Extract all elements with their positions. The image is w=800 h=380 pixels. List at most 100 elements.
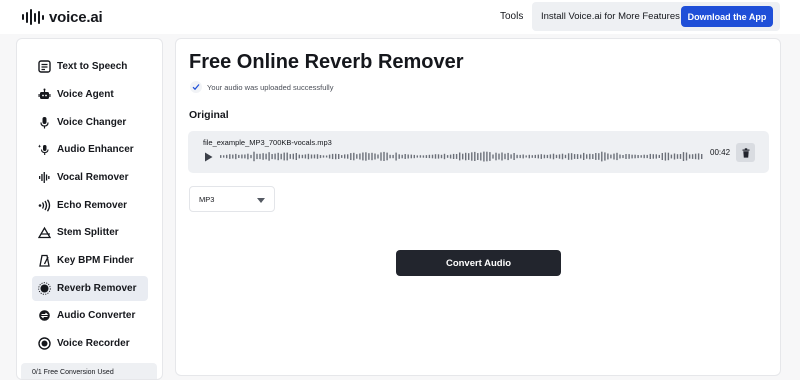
waveform-bar — [413, 154, 415, 159]
text-speech-icon — [37, 60, 51, 74]
waveform-bar — [604, 152, 606, 161]
waveform-bar — [640, 155, 642, 158]
page-title: Free Online Reverb Remover — [189, 51, 464, 73]
sidebar-item-label: Voice Recorder — [57, 338, 130, 349]
trash-icon[interactable] — [736, 143, 755, 162]
waveform-bar — [489, 152, 491, 161]
microphone-icon — [37, 116, 51, 130]
waveform-bar — [685, 152, 688, 161]
waveform-bar — [468, 153, 470, 160]
waveform-bar — [474, 151, 476, 161]
waveform-bar — [431, 154, 434, 159]
waveform-bar — [501, 152, 503, 161]
waveform-bar — [480, 152, 482, 161]
sidebar-item-stem-splitter[interactable]: Stem Splitter — [32, 220, 148, 245]
logo[interactable]: voice.ai — [22, 8, 103, 26]
sidebar-item-key-bpm-finder[interactable]: Key BPM Finder — [32, 248, 148, 273]
waveform-bar — [229, 154, 231, 159]
waveform-bar — [564, 154, 567, 159]
sidebar-item-audio-enhancer[interactable]: Audio Enhancer — [32, 137, 148, 162]
reverb-circle-icon — [37, 282, 51, 296]
split-triangle-icon — [37, 226, 51, 240]
waveform-bar — [658, 154, 660, 158]
waveform-bar — [247, 153, 249, 160]
audio-player: file_example_MP3_700KB-vocals.mp3 00:42 — [188, 131, 769, 173]
robot-icon — [37, 88, 51, 102]
waveform-bar — [694, 153, 697, 160]
sidebar-item-vocal-remover[interactable]: Vocal Remover — [32, 165, 148, 190]
play-icon[interactable] — [203, 152, 213, 162]
waveform-bar — [516, 154, 518, 159]
waveform-bar — [616, 152, 618, 161]
waveform-bar — [316, 154, 319, 159]
waveform-bar — [386, 152, 388, 161]
format-select[interactable]: MP3 — [189, 186, 275, 212]
waveform-bar — [510, 154, 512, 159]
waveform-bar — [613, 153, 615, 160]
mic-sparkle-icon — [37, 143, 51, 157]
waveform-bar — [353, 152, 355, 161]
sidebar-item-label: Audio Converter — [57, 310, 136, 321]
waveform-bar — [583, 152, 585, 160]
waveform-bar — [310, 154, 313, 159]
waveform-bar — [328, 154, 331, 159]
waveform-bar — [422, 155, 425, 158]
sidebar-item-echo-remover[interactable]: Echo Remover — [32, 193, 148, 218]
waveform-bar — [570, 153, 573, 160]
waveform-bar — [649, 153, 651, 159]
waveform-bar — [265, 153, 267, 160]
waveform-bar — [601, 151, 603, 162]
waveform-bar — [371, 152, 373, 161]
waveform-bar — [398, 154, 400, 159]
waveform-bar — [410, 154, 412, 159]
waveform[interactable] — [220, 150, 704, 163]
download-app-button[interactable]: Download the App — [681, 6, 773, 27]
waveform-bar — [452, 153, 455, 159]
convert-audio-button[interactable]: Convert Audio — [396, 250, 561, 276]
echo-waves-icon — [37, 199, 51, 213]
waveform-bar — [416, 155, 418, 158]
waveform-bar — [244, 154, 246, 159]
sidebar-item-label: Voice Changer — [57, 117, 127, 128]
waveform-bar — [374, 153, 376, 160]
waveform-bar — [543, 154, 546, 159]
waveform-bar — [625, 154, 627, 159]
waveform-bar — [434, 154, 437, 159]
waveform-bar — [697, 153, 700, 160]
waveform-bar — [498, 153, 500, 160]
waveform-bar — [537, 154, 539, 159]
waveform-bar — [440, 154, 443, 159]
sidebar-item-audio-converter[interactable]: Audio Converter — [32, 303, 148, 328]
waveform-bar — [643, 154, 645, 159]
waveform-bar — [682, 152, 685, 161]
sidebar-item-text-to-speech[interactable]: Text to Speech — [32, 54, 148, 79]
sidebar-item-voice-changer[interactable]: Voice Changer — [32, 110, 148, 135]
free-conversion-counter: 0/1 Free Conversion Used — [21, 363, 157, 379]
waveform-bar — [280, 153, 282, 160]
sidebar-item-voice-recorder[interactable]: Voice Recorder — [32, 331, 148, 356]
waveform-bar — [241, 154, 243, 159]
waveform-bar — [256, 153, 258, 160]
upload-status-text: Your audio was uploaded successfully — [207, 82, 334, 92]
waveform-bar — [377, 154, 379, 159]
waveform-bar — [619, 154, 621, 159]
waveform-bar — [459, 152, 461, 161]
waveform-bar — [558, 154, 561, 159]
waveform-bar — [383, 151, 385, 161]
waveform-bar — [407, 154, 409, 159]
waveform-bar — [549, 154, 552, 159]
waveform-bar — [298, 154, 300, 159]
waveform-bar — [322, 155, 325, 158]
sidebar-item-reverb-remover[interactable]: Reverb Remover — [32, 276, 148, 301]
waveform-bar — [365, 152, 367, 161]
sidebar-item-voice-agent[interactable]: Voice Agent — [32, 82, 148, 107]
waveform-bar — [347, 154, 349, 159]
waveform-bar — [652, 154, 654, 159]
sidebar-item-label: Reverb Remover — [57, 283, 137, 294]
waveform-bar — [661, 153, 663, 160]
chevron-down-icon — [257, 198, 265, 203]
tools-link[interactable]: Tools — [500, 11, 523, 22]
waveform-bar — [492, 154, 494, 159]
waveform-bar — [268, 152, 270, 161]
sidebar-item-label: Echo Remover — [57, 200, 128, 211]
